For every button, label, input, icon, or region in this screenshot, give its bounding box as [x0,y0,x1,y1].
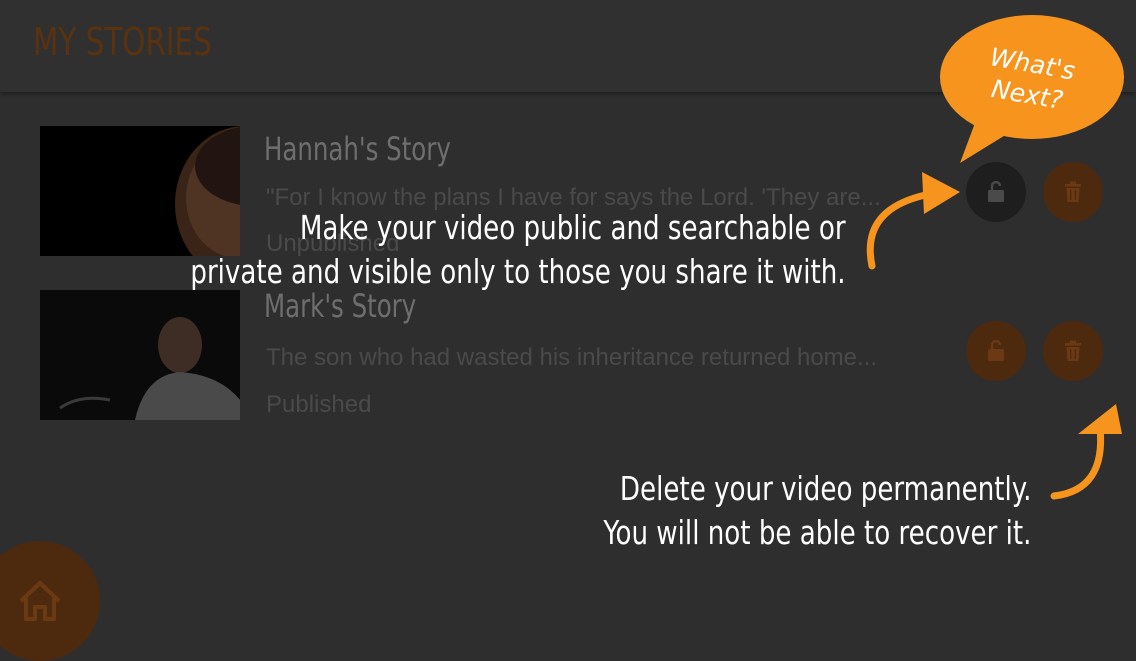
story-description: The son who had wasted his inheritance r… [266,344,878,371]
home-icon [19,581,61,621]
privacy-hint-text: Make your video public and searchable or… [191,206,846,294]
arrow-to-lock-icon [866,172,960,270]
privacy-hint-line-1: Make your video public and searchable or [300,208,847,247]
delete-button[interactable] [1043,321,1103,381]
privacy-toggle-button[interactable] [966,321,1026,381]
story-status: Published [266,391,372,418]
video-thumbnail-image [40,290,240,420]
trash-icon [1065,340,1081,361]
delete-hint-line-1: Delete your video permanently. [619,469,1031,508]
privacy-toggle-button[interactable] [966,162,1026,222]
delete-button[interactable] [1043,162,1103,222]
story-title[interactable]: Hannah's Story [264,130,451,168]
delete-hint-line-2: You will not be able to recover it. [602,513,1031,552]
trash-icon [1065,181,1081,202]
page-title: MY STORIES [33,20,212,64]
home-button[interactable] [0,541,100,661]
lock-open-icon [988,340,1004,361]
arrow-to-delete-icon [1050,404,1122,500]
story-thumbnail-mark[interactable] [40,290,240,420]
delete-hint-text: Delete your video permanently. You will … [603,467,1031,555]
lock-open-icon [988,181,1004,202]
privacy-hint-line-2: private and visible only to those you sh… [190,252,846,291]
